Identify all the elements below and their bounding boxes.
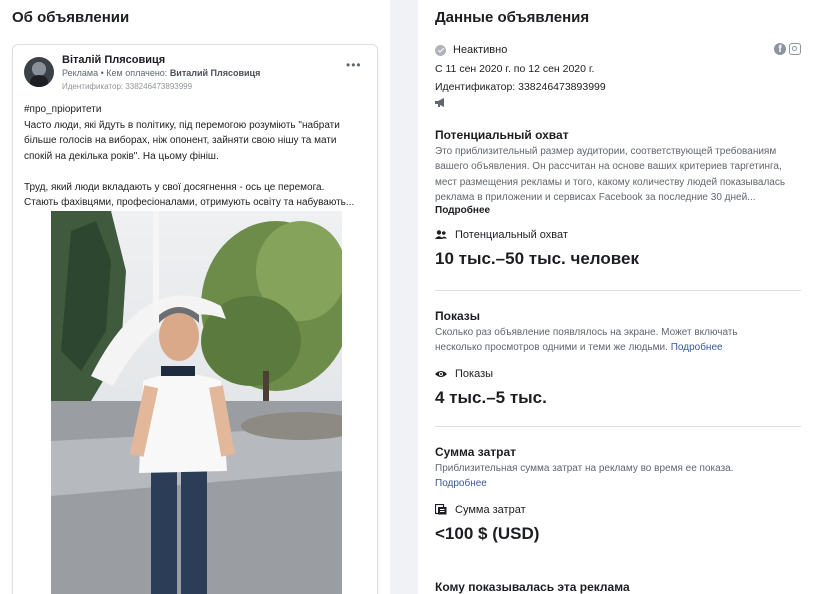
spend-description: Приблизительная сумма затрат на рекламу … xyxy=(435,461,801,492)
ad-card: Віталій Плясовиця Реклама • Кем оплачено… xyxy=(12,44,378,594)
panel-title: Об объявлении xyxy=(12,9,130,26)
reach-heading: Потенциальный охват xyxy=(435,128,569,142)
spend-section: Сумма затрат Приблизительная сумма затра… xyxy=(435,445,801,544)
more-options-button[interactable]: ••• xyxy=(346,59,361,73)
ad-text-line: Труд, який люди вкладають у свої досягне… xyxy=(24,181,325,193)
desc-line: Сколько раз объявление появлялось на экр… xyxy=(435,327,738,338)
ad-details-panel: Данные объявления Неактивно f С 11 сен 2… xyxy=(418,0,818,594)
page-name[interactable]: Віталій Плясовиця xyxy=(62,54,165,66)
spend-heading: Сумма затрат xyxy=(435,445,517,459)
ad-preview-panel: Об объявлении Віталій Плясовиця Реклама … xyxy=(0,0,390,594)
ad-text-line: #про_пріоритети xyxy=(24,104,102,115)
impressions-metric-label: Показы xyxy=(435,368,801,380)
eye-icon xyxy=(435,370,447,377)
status-row: Неактивно xyxy=(435,44,507,56)
spend-more-link[interactable]: Подробнее xyxy=(435,476,801,491)
audience-heading: Кому показывалась эта реклама xyxy=(435,580,630,594)
impressions-value: 4 тыс.–5 тыс. xyxy=(435,387,547,407)
avatar[interactable] xyxy=(24,57,54,87)
impressions-description: Сколько раз объявление появлялось на экр… xyxy=(435,325,801,356)
spend-value: <100 $ (USD) xyxy=(435,523,540,543)
desc-line: Это приблизительный размер аудитории, со… xyxy=(435,146,777,157)
ad-text-line: більше голосів на виборах, ніж опонент, … xyxy=(24,135,337,146)
desc-line: вашего объявления. Он рассчитан на основ… xyxy=(435,161,782,173)
panel-divider xyxy=(390,0,418,594)
impressions-label-text: Показы xyxy=(455,367,494,380)
reach-more-link[interactable]: Подробнее xyxy=(435,205,801,216)
ad-photo xyxy=(51,211,342,594)
facebook-icon: f xyxy=(774,43,786,55)
desc-line: мест размещения рекламы и того, какому к… xyxy=(435,176,786,188)
reach-description: Это приблизительный размер аудитории, со… xyxy=(435,144,801,205)
spend-label-text: Сумма затрат xyxy=(455,503,526,516)
spend-metric-label: Сумма затрат xyxy=(435,504,801,516)
ad-text-line: Стають фахівцями, професіоналами, отриму… xyxy=(24,197,355,208)
desc-line: Приблизительная сумма затрат на рекламу … xyxy=(435,463,734,474)
impressions-section: Показы Сколько раз объявление появлялось… xyxy=(435,309,801,408)
section-divider xyxy=(435,426,801,427)
check-icon xyxy=(435,44,446,56)
ad-id: Идентификатор: 338246473893999 xyxy=(435,81,606,93)
reach-section: Потенциальный охват Это приблизительный … xyxy=(435,128,801,269)
impressions-heading: Показы xyxy=(435,309,480,323)
instagram-icon xyxy=(789,43,801,55)
receipt-icon xyxy=(435,504,447,515)
sponsor-line: Реклама • Кем оплачено: Виталий Плясовиц… xyxy=(62,68,260,78)
section-divider xyxy=(435,290,801,291)
desc-line-text: несколько просмотров одними и теми же лю… xyxy=(435,342,668,354)
sponsor-prefix: Реклама • Кем оплачено: xyxy=(62,68,170,78)
impressions-more-link[interactable]: Подробнее xyxy=(671,342,723,353)
megaphone-icon xyxy=(435,98,444,107)
panel-title: Данные объявления xyxy=(435,9,590,26)
audience-section: Кому показывалась эта реклама xyxy=(435,580,801,594)
reach-metric-label: Потенциальный охват xyxy=(435,229,801,241)
run-dates: С 11 сен 2020 г. по 12 сен 2020 г. xyxy=(435,63,595,75)
ad-image[interactable] xyxy=(51,211,342,594)
status-text: Неактивно xyxy=(453,44,508,56)
sponsor-name[interactable]: Виталий Плясовиця xyxy=(170,68,261,78)
desc-line: реклама в приложении и сервисах Facebook… xyxy=(435,191,756,203)
ad-text-line: Часто люди, які йдуть в політику, під пе… xyxy=(24,119,340,131)
people-icon xyxy=(435,230,447,240)
ad-text-line: спокій на декілька років". На цьому фіні… xyxy=(24,150,219,162)
reach-label-text: Потенциальный охват xyxy=(455,229,568,242)
ad-text: #про_пріоритети Часто люди, які йдуть в … xyxy=(24,102,370,211)
desc-line: несколько просмотров одними и теми же лю… xyxy=(435,340,801,355)
ad-text-line xyxy=(24,164,370,180)
reach-value: 10 тыс.–50 тыс. человек xyxy=(435,249,639,269)
ad-id-small: Идентификатор: 338246473893999 xyxy=(62,82,193,91)
